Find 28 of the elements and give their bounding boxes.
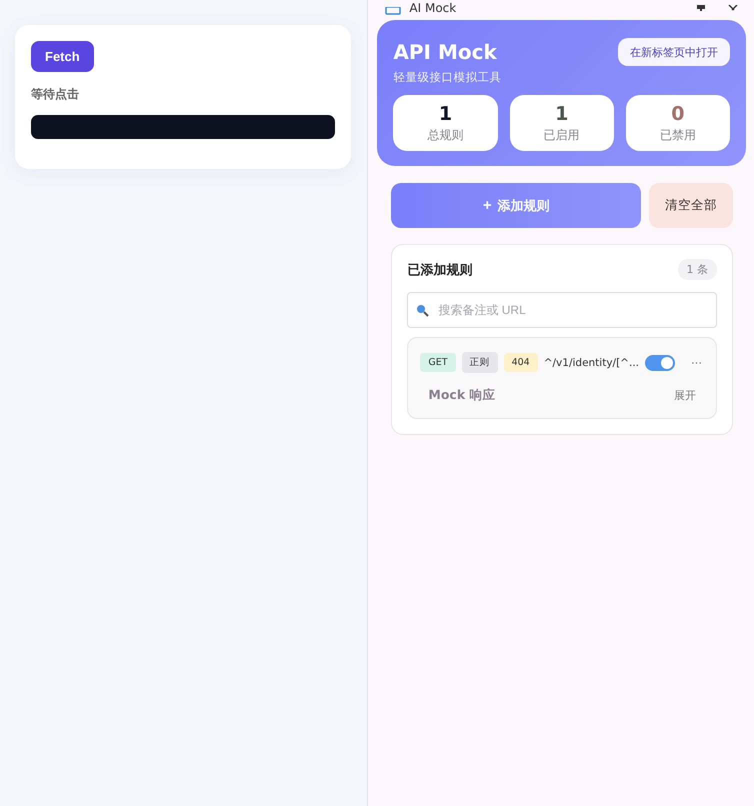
fetch-button[interactable]: Fetch xyxy=(31,41,94,72)
search-field[interactable]: 搜索备注或 URL xyxy=(407,292,717,328)
app-icon xyxy=(385,7,402,15)
status-tag: 404 xyxy=(504,353,538,372)
rule-toggle[interactable] xyxy=(645,354,675,370)
response-label: Mock 响应 xyxy=(428,387,496,404)
more-button[interactable]: ··· xyxy=(689,356,704,368)
clear-all-button[interactable]: 清空全部 xyxy=(649,183,733,228)
stat-value: 1 xyxy=(438,102,452,124)
search-icon xyxy=(416,304,430,317)
stat-label: 总规则 xyxy=(428,126,464,144)
section-title: 已添加规则 xyxy=(407,262,472,278)
subtitle: 轻量级接口模拟工具 xyxy=(393,70,502,85)
stat-value: 1 xyxy=(555,102,568,124)
expand-button[interactable]: 展开 xyxy=(674,388,696,403)
rule-item[interactable]: GET 正则 404 ^/v1/identity/[^... ··· Mock 响应 展开 xyxy=(407,337,717,419)
match-tag: 正则 xyxy=(462,352,498,373)
window-title: AI Mock xyxy=(409,1,456,15)
method-tag: GET xyxy=(420,353,456,372)
status-text: 等待点击 xyxy=(31,86,80,103)
stat-label: 已禁用 xyxy=(660,126,696,144)
open-tab-button[interactable]: 在新标签页中打开 xyxy=(618,38,730,66)
pin-icon[interactable] xyxy=(696,5,706,11)
rule-count: 1 条 xyxy=(678,259,717,280)
app-title: API Mock xyxy=(393,40,497,64)
stat-value: 0 xyxy=(671,102,684,124)
stat-label: 已启用 xyxy=(544,126,580,144)
rule-url: ^/v1/identity/[^... xyxy=(544,356,639,368)
